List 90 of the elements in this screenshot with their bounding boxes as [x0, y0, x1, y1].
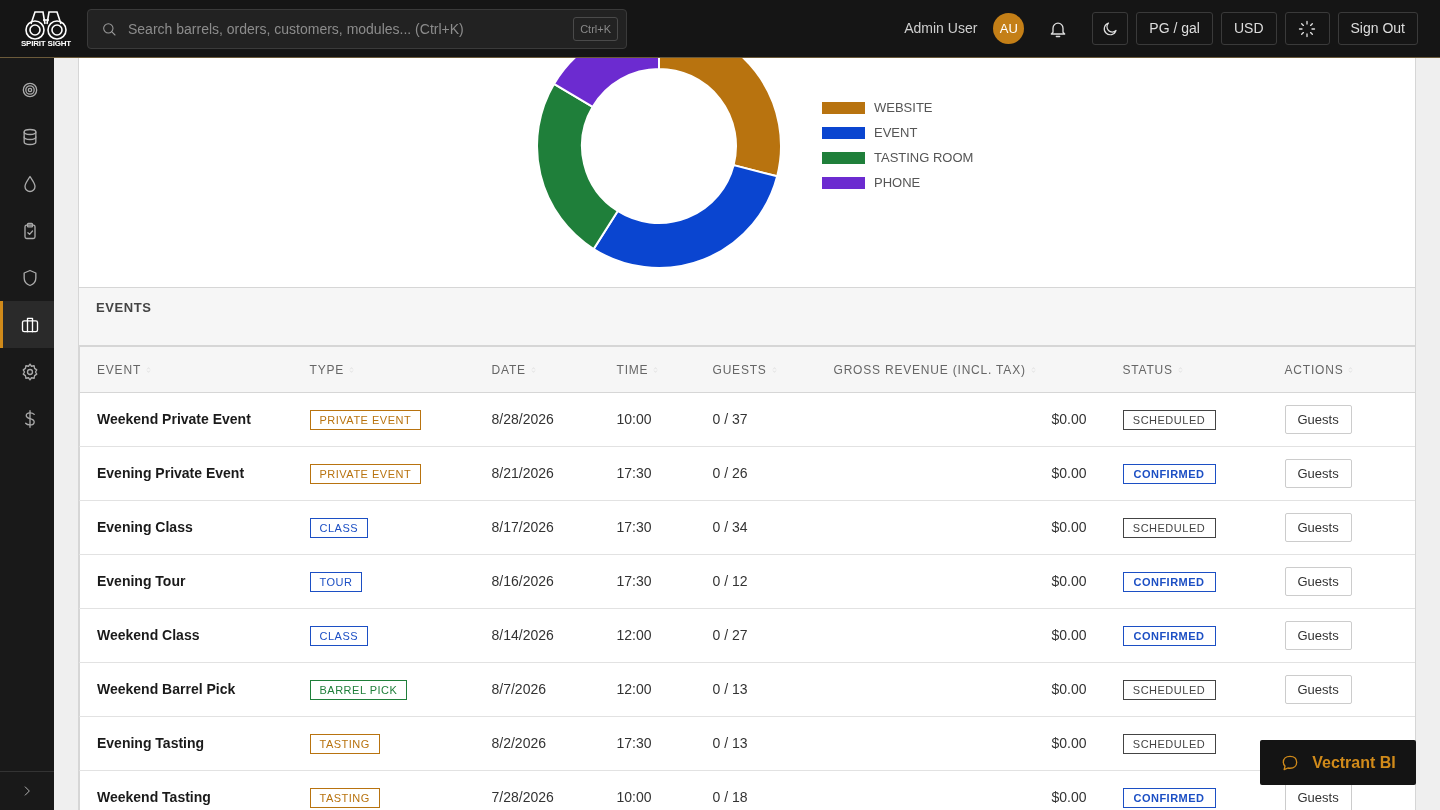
legend-label: PHONE [874, 174, 921, 193]
guests-button[interactable]: Guests [1284, 566, 1352, 597]
column-header[interactable]: TYPE [309, 362, 345, 377]
guests-button[interactable]: Guests [1284, 404, 1352, 435]
guest-count: 0 / 27 [712, 627, 748, 643]
guest-count: 0 / 13 [712, 735, 748, 751]
gear-icon [20, 361, 40, 382]
type-tag: TOUR [309, 571, 363, 593]
event-time: 10:00 [616, 789, 652, 805]
event-time: 10:00 [616, 411, 652, 427]
event-time: 17:30 [616, 735, 652, 751]
column-header[interactable]: STATUS [1122, 362, 1173, 377]
column-header[interactable]: GUESTS [712, 362, 767, 377]
theme-toggle-button[interactable] [1092, 12, 1129, 45]
guest-count: 0 / 26 [712, 465, 748, 481]
guest-count: 0 / 13 [712, 681, 748, 697]
status-tag: CONFIRMED [1122, 625, 1216, 647]
legend-label: WEBSITE [874, 99, 933, 118]
status-tag: CONFIRMED [1122, 463, 1216, 485]
revenue-amount: $0.00 [1051, 681, 1087, 697]
guest-count: 0 / 37 [712, 411, 748, 427]
revenue-amount: $0.00 [1051, 735, 1087, 751]
guests-button[interactable]: Guests [1284, 458, 1352, 489]
search-icon [101, 20, 117, 37]
event-date: 8/17/2026 [491, 519, 554, 535]
spinner-icon [1297, 18, 1317, 39]
guests-button[interactable]: Guests [1284, 512, 1352, 543]
header-button[interactable]: USD [1220, 12, 1277, 45]
column-header[interactable]: GROSS REVENUE (INCL. TAX) [833, 362, 1026, 377]
event-name: Weekend Private Event [97, 411, 251, 427]
guest-count: 0 / 12 [712, 573, 748, 589]
revenue-amount: $0.00 [1051, 573, 1087, 589]
revenue-amount: $0.00 [1051, 411, 1087, 427]
event-name: Evening Tasting [97, 735, 205, 751]
status-tag: SCHEDULED [1122, 517, 1216, 539]
legend-label: TASTING ROOM [874, 149, 974, 168]
status-tag: CONFIRMED [1122, 787, 1216, 809]
revenue-amount: $0.00 [1051, 789, 1087, 805]
event-time: 12:00 [616, 681, 652, 697]
event-time: 17:30 [616, 519, 652, 535]
status-tag: SCHEDULED [1122, 733, 1216, 755]
event-date: 8/14/2026 [491, 627, 554, 643]
type-tag: PRIVATE EVENT [309, 409, 422, 431]
type-tag: BARREL PICK [309, 679, 408, 701]
section-title: EVENTS [96, 300, 152, 315]
event-date: 8/2/2026 [491, 735, 546, 751]
event-name: Evening Private Event [97, 465, 245, 481]
guests-button[interactable]: Guests [1284, 674, 1352, 705]
event-date: 8/16/2026 [491, 573, 554, 589]
revenue-amount: $0.00 [1051, 519, 1087, 535]
header-button[interactable]: PG / gal [1136, 12, 1213, 45]
binoculars-icon [23, 9, 69, 40]
column-header[interactable]: TIME [616, 362, 649, 377]
type-tag: TASTING [309, 733, 380, 755]
event-name: Evening Class [97, 519, 193, 535]
column-header[interactable]: EVENT [97, 362, 141, 377]
event-name: Weekend Tasting [97, 789, 211, 805]
legend-label: EVENT [874, 124, 918, 143]
event-time: 17:30 [616, 465, 652, 481]
guests-button[interactable]: Guests [1284, 620, 1352, 651]
revenue-amount: $0.00 [1051, 627, 1087, 643]
event-date: 7/28/2026 [491, 789, 554, 805]
user-name: Admin User [904, 19, 978, 38]
event-date: 8/28/2026 [491, 411, 554, 427]
revenue-amount: $0.00 [1051, 465, 1087, 481]
event-name: Weekend Class [97, 627, 200, 643]
event-date: 8/7/2026 [491, 681, 546, 697]
header-button[interactable]: Sign Out [1337, 12, 1418, 45]
shortcut-hint: Ctrl+K [573, 16, 618, 41]
status-tag: CONFIRMED [1122, 571, 1216, 593]
type-tag: CLASS [309, 625, 369, 647]
assistant-button[interactable]: Vectrant BI [1260, 740, 1416, 785]
column-header[interactable]: ACTIONS [1284, 362, 1344, 377]
event-time: 12:00 [616, 627, 652, 643]
type-tag: CLASS [309, 517, 369, 539]
column-header[interactable]: DATE [491, 362, 526, 377]
brand-name: SPIRIT SIGHT [20, 39, 72, 48]
moon-icon [1101, 19, 1120, 38]
status-tag: SCHEDULED [1122, 679, 1216, 701]
guest-count: 0 / 34 [712, 519, 748, 535]
event-time: 17:30 [616, 573, 652, 589]
type-tag: TASTING [309, 787, 380, 809]
status-tag: SCHEDULED [1122, 409, 1216, 431]
event-name: Weekend Barrel Pick [97, 681, 236, 697]
guest-count: 0 / 18 [712, 789, 748, 805]
event-date: 8/21/2026 [491, 465, 554, 481]
event-name: Evening Tour [97, 573, 186, 589]
type-tag: PRIVATE EVENT [309, 463, 422, 485]
sidebar-item[interactable] [0, 301, 54, 348]
loading-button[interactable] [1284, 12, 1330, 45]
